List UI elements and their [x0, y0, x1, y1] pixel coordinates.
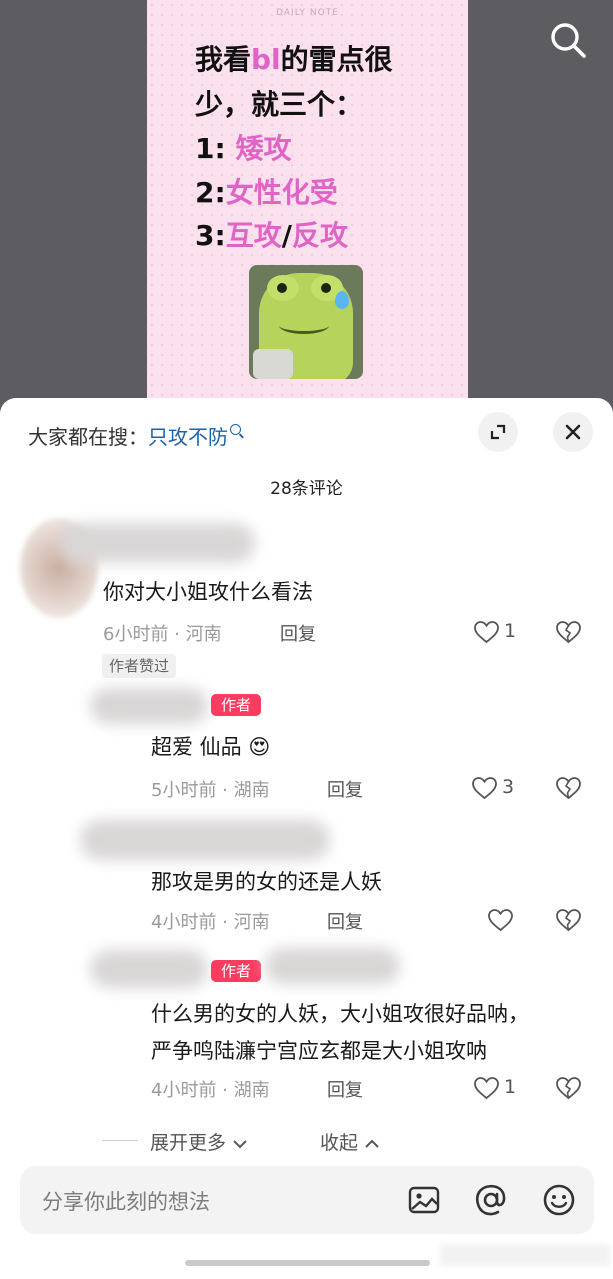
like-count: 3 [502, 776, 515, 798]
comment-text: 那攻是男的女的还是人妖 [151, 870, 382, 894]
author-badge: 作者 [211, 960, 261, 982]
note-item-text: 矮攻 [235, 132, 292, 165]
username-redacted[interactable] [90, 950, 208, 988]
frog-sticker-image [249, 265, 363, 379]
heart-icon[interactable] [487, 908, 514, 932]
image-icon[interactable] [406, 1182, 442, 1218]
comment-text-line-1: 什么男的女的人妖，大小姐攻很好品呐， [151, 1002, 529, 1026]
close-button[interactable] [553, 412, 593, 452]
comment-meta: 5小时前 · 湖南 [151, 780, 270, 801]
comment-count: 28条评论 [270, 479, 343, 499]
broken-heart-icon[interactable] [555, 620, 582, 644]
heart-icon[interactable] [473, 620, 500, 644]
username-redacted[interactable] [80, 820, 330, 860]
comment-meta: 4小时前 · 河南 [151, 912, 270, 933]
note-item-text: 反攻 [291, 219, 348, 252]
comment-text-body: 超爱 仙品 [151, 735, 242, 759]
reply-button[interactable]: 回复 [327, 1076, 363, 1102]
at-icon[interactable] [473, 1182, 509, 1218]
comment-sheet: 大家都在搜：只攻不防 28条评论 你对大小姐攻什么看法 6小时前 · 河南 回复… [0, 398, 613, 1279]
note-item-number: 3: [195, 219, 226, 252]
small-search-icon [230, 424, 241, 435]
expand-more-label: 展开更多 [150, 1132, 227, 1154]
note-item-1: 1: 矮攻 [195, 127, 291, 167]
like-count: 1 [504, 620, 517, 642]
note-item-number: 1: [195, 132, 236, 165]
broken-heart-icon[interactable] [555, 776, 582, 800]
heart-icon[interactable] [471, 776, 498, 800]
author-badge: 作者 [211, 694, 261, 716]
hot-search-keyword[interactable]: 只攻不防 [148, 425, 228, 449]
comment-text: 你对大小姐攻什么看法 [103, 580, 313, 604]
comment-input[interactable]: 分享你此刻的想法 [42, 1186, 210, 1216]
username-redacted[interactable] [90, 688, 208, 724]
hot-search-bar[interactable]: 大家都在搜：只攻不防 [28, 421, 241, 450]
note-item-separator: / [281, 219, 292, 252]
heart-eyes-emoji: 😍 [248, 735, 271, 759]
comment-meta: 6小时前 · 河南 [103, 624, 222, 645]
note-line-2: 少，就三个： [195, 88, 364, 121]
reply-button[interactable]: 回复 [280, 620, 316, 646]
note-text: 的雷点很 [280, 43, 393, 76]
collapse-button[interactable]: 收起 [320, 1128, 380, 1155]
expand-more-button[interactable]: 展开更多 [150, 1128, 248, 1155]
comment-text: 超爱 仙品 😍 [151, 731, 270, 761]
home-indicator[interactable] [185, 1260, 430, 1266]
reply-button[interactable]: 回复 [327, 776, 363, 802]
thread-divider [102, 1140, 138, 1141]
note-item-text: 女性化受 [225, 176, 338, 209]
reply-button[interactable]: 回复 [327, 908, 363, 934]
chevron-up-icon [365, 1139, 379, 1148]
sweat-drop-icon [335, 291, 349, 309]
username-redacted[interactable] [60, 523, 255, 563]
note-item-2: 2:女性化受 [195, 171, 338, 211]
reply-target-redacted[interactable] [265, 948, 400, 984]
broken-heart-icon[interactable] [555, 908, 582, 932]
comment-text-line-2: 严争鸣陆濂宁宫应玄都是大小姐攻呐 [151, 1039, 487, 1063]
author-liked-tag: 作者赞过 [102, 654, 177, 678]
broken-heart-icon[interactable] [555, 1076, 582, 1100]
note-line-1: 我看bl的雷点很 [195, 38, 393, 78]
video-background: DAILY NOTE 我看bl的雷点很 少，就三个： 1: 矮攻 2:女性化受 … [0, 0, 613, 420]
emoji-icon[interactable] [541, 1182, 577, 1218]
comment-input-bar[interactable]: 分享你此刻的想法 [20, 1166, 594, 1234]
note-item-number: 2: [195, 176, 226, 209]
hot-search-label: 大家都在搜： [28, 425, 148, 449]
comment-meta: 4小时前 · 湖南 [151, 1080, 270, 1101]
expand-button[interactable] [478, 412, 518, 452]
collapse-label: 收起 [320, 1132, 359, 1154]
note-item-text: 互攻 [225, 219, 282, 252]
note-text-highlight: bl [251, 43, 281, 76]
heart-icon[interactable] [473, 1076, 500, 1100]
close-icon [565, 424, 581, 440]
watermark-redacted [440, 1244, 610, 1266]
note-header: DAILY NOTE [276, 8, 339, 18]
note-card: DAILY NOTE 我看bl的雷点很 少，就三个： 1: 矮攻 2:女性化受 … [147, 0, 468, 420]
chevron-down-icon [233, 1139, 247, 1148]
search-icon[interactable] [548, 20, 588, 60]
note-item-3: 3:互攻/反攻 [195, 214, 348, 254]
like-count: 1 [504, 1076, 517, 1098]
expand-icon [490, 424, 506, 440]
note-text: 我看 [195, 43, 252, 76]
